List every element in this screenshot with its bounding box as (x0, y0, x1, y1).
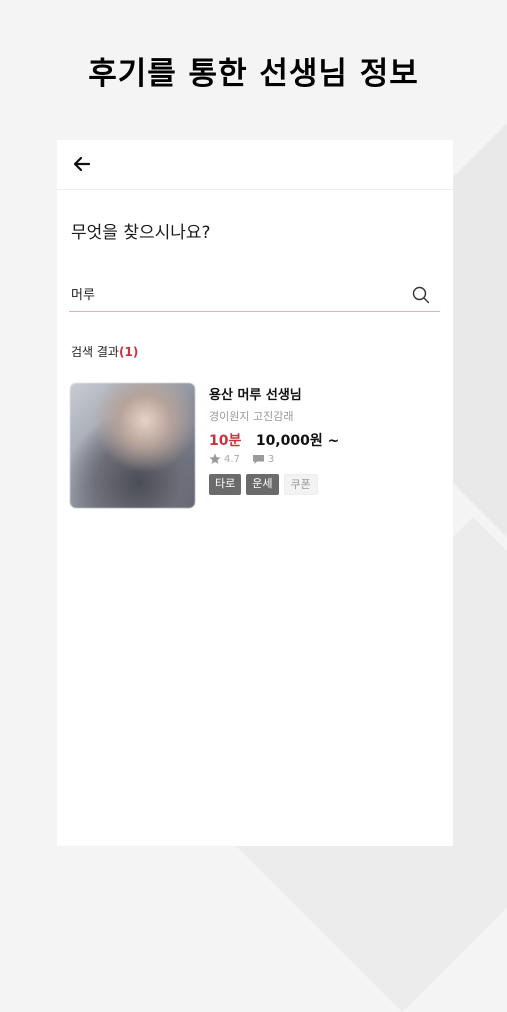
review-count: 3 (267, 453, 275, 465)
star-icon (209, 453, 221, 464)
search-results-label: 검색 결과(1) (71, 343, 138, 360)
promo-headline: 후기를 통한 선생님 정보 (88, 56, 419, 92)
results-count: (1) (118, 345, 139, 359)
top-bar (57, 140, 453, 190)
search-input[interactable] (69, 282, 401, 301)
page-question: 무엇을 찾으시나요? (71, 223, 211, 243)
arrow-left-icon (74, 157, 90, 171)
teacher-name: 용산 머루 선생님 (209, 388, 302, 403)
tag-coupon: 쿠폰 (283, 474, 318, 495)
search-icon[interactable] (412, 286, 430, 304)
teacher-categories: 경이원지 고진감래 (209, 410, 294, 423)
teacher-result-card[interactable]: 용산 머루 선생님 경이원지 고진감래 10분 10,000원 ~ 4.7 3 … (70, 383, 440, 508)
teacher-photo (70, 383, 195, 508)
price-row: 10분 10,000원 ~ (209, 430, 439, 450)
tag-tarot: 타로 (209, 474, 242, 495)
back-button[interactable] (71, 152, 93, 176)
teacher-tags: 타로 운세 쿠폰 (209, 474, 439, 495)
rating-row: 4.7 3 (209, 453, 439, 465)
rating-value: 4.7 (224, 453, 240, 465)
results-label-text: 검색 결과 (71, 345, 119, 359)
search-bar (69, 282, 440, 312)
consult-minutes: 10분 (209, 433, 242, 449)
consult-price: 10,000원 ~ (255, 433, 340, 449)
teacher-info: 용산 머루 선생님 경이원지 고진감래 10분 10,000원 ~ 4.7 3 … (209, 383, 439, 495)
app-screen: 무엇을 찾으시나요? 검색 결과(1) 용산 머루 선생님 경이원지 고진감래 … (57, 140, 453, 846)
tag-fortune: 운세 (246, 474, 279, 495)
comment-icon (252, 454, 264, 464)
